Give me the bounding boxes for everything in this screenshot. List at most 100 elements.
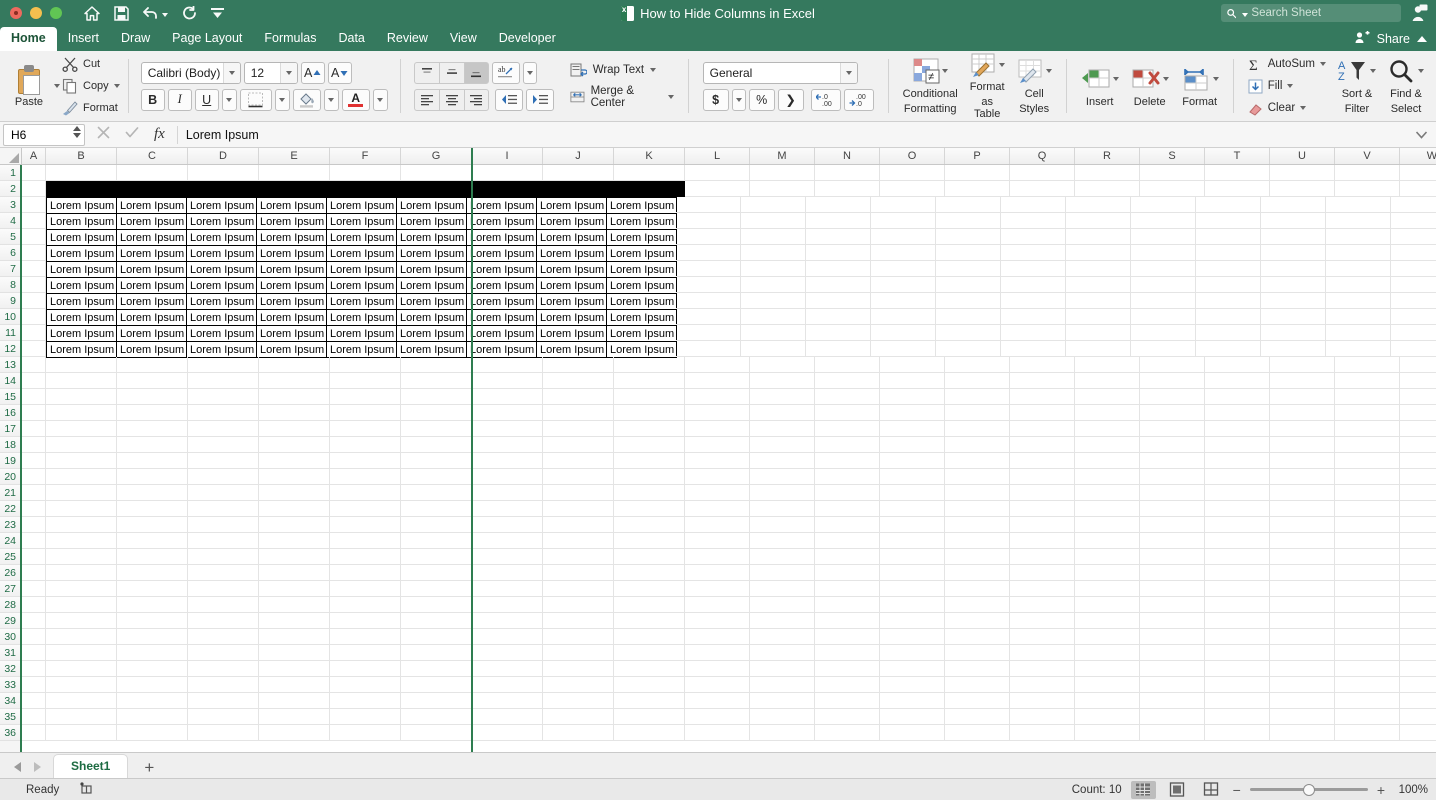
cell-M31[interactable]	[750, 645, 815, 661]
cell-I9[interactable]: Lorem Ipsum	[466, 293, 537, 310]
cell-F5[interactable]: Lorem Ipsum	[326, 229, 397, 246]
cell-J1[interactable]	[543, 165, 614, 181]
cell-D29[interactable]	[188, 613, 259, 629]
cell-R20[interactable]	[1075, 469, 1140, 485]
cell-A1[interactable]	[22, 165, 46, 181]
cell-Q17[interactable]	[1010, 421, 1075, 437]
cell-C20[interactable]	[117, 469, 188, 485]
cell-D6[interactable]: Lorem Ipsum	[186, 245, 257, 262]
cell-R6[interactable]	[1066, 245, 1131, 261]
cell-R36[interactable]	[1075, 725, 1140, 741]
save-icon[interactable]	[114, 5, 129, 21]
cell-B17[interactable]	[46, 421, 117, 437]
page-layout-view-button[interactable]	[1165, 781, 1190, 799]
cell-E30[interactable]	[259, 629, 330, 645]
decrease-font-size-button[interactable]: A	[327, 61, 352, 84]
cell-V9[interactable]	[1326, 293, 1391, 309]
cell-A18[interactable]	[22, 437, 46, 453]
cell-S16[interactable]	[1140, 405, 1205, 421]
cell-V3[interactable]	[1326, 197, 1391, 213]
cell-E13[interactable]	[259, 357, 330, 373]
cell-U15[interactable]	[1270, 389, 1335, 405]
cell-V35[interactable]	[1335, 709, 1400, 725]
cell-N25[interactable]	[815, 549, 880, 565]
undo-dropdown-icon[interactable]	[162, 12, 168, 17]
cell-V31[interactable]	[1335, 645, 1400, 661]
comma-style-button[interactable]: ❯	[777, 88, 804, 111]
cell-Q30[interactable]	[1010, 629, 1075, 645]
cell-A9[interactable]	[22, 293, 46, 309]
cell-F25[interactable]	[330, 549, 401, 565]
cancel-icon[interactable]	[97, 126, 110, 144]
cell-T28[interactable]	[1205, 597, 1270, 613]
borders-button[interactable]	[239, 88, 272, 111]
cell-C36[interactable]	[117, 725, 188, 741]
cell-M19[interactable]	[750, 453, 815, 469]
cell-N36[interactable]	[815, 725, 880, 741]
cell-O14[interactable]	[880, 373, 945, 389]
cell-D16[interactable]	[188, 405, 259, 421]
cell-J11[interactable]: Lorem Ipsum	[536, 325, 607, 342]
cell-E1[interactable]	[259, 165, 330, 181]
cell-N28[interactable]	[815, 597, 880, 613]
cell-W36[interactable]	[1400, 725, 1436, 741]
autosum-button[interactable]: Σ AutoSum	[1248, 55, 1326, 73]
cell-L29[interactable]	[685, 613, 750, 629]
cell-T15[interactable]	[1205, 389, 1270, 405]
row-header-22[interactable]: 22	[0, 501, 20, 517]
cell-O8[interactable]	[871, 277, 936, 293]
cell-T21[interactable]	[1205, 485, 1270, 501]
zoom-in-button[interactable]: +	[1377, 782, 1385, 798]
cell-J32[interactable]	[543, 661, 614, 677]
cell-O9[interactable]	[871, 293, 936, 309]
cell-O31[interactable]	[880, 645, 945, 661]
cell-T30[interactable]	[1205, 629, 1270, 645]
cell-L19[interactable]	[685, 453, 750, 469]
cell-R5[interactable]	[1066, 229, 1131, 245]
cell-M18[interactable]	[750, 437, 815, 453]
cell-J5[interactable]: Lorem Ipsum	[536, 229, 607, 246]
cell-R10[interactable]	[1066, 309, 1131, 325]
cell-N16[interactable]	[815, 405, 880, 421]
conditional-formatting-button[interactable]: ≠ Conditional Formatting	[897, 51, 964, 121]
cell-S19[interactable]	[1140, 453, 1205, 469]
cell-I18[interactable]	[472, 437, 543, 453]
cell-T8[interactable]	[1196, 277, 1261, 293]
cell-E34[interactable]	[259, 693, 330, 709]
cell-I13[interactable]	[472, 357, 543, 373]
cell-I20[interactable]	[472, 469, 543, 485]
cell-K23[interactable]	[614, 517, 685, 533]
cell-B18[interactable]	[46, 437, 117, 453]
tab-draw[interactable]: Draw	[110, 27, 161, 51]
search-sheet-box[interactable]	[1221, 4, 1401, 22]
cell-C14[interactable]	[117, 373, 188, 389]
cell-G3[interactable]: Lorem Ipsum	[396, 197, 467, 214]
cell-A30[interactable]	[22, 629, 46, 645]
cell-U7[interactable]	[1261, 261, 1326, 277]
clear-dropdown-icon[interactable]	[1300, 106, 1307, 110]
cell-O5[interactable]	[871, 229, 936, 245]
row-header-27[interactable]: 27	[0, 581, 20, 597]
cell-C35[interactable]	[117, 709, 188, 725]
cell-D21[interactable]	[188, 485, 259, 501]
cell-B29[interactable]	[46, 613, 117, 629]
cell-S21[interactable]	[1140, 485, 1205, 501]
column-header-u[interactable]: U	[1270, 148, 1335, 164]
cell-G22[interactable]	[401, 501, 472, 517]
cell-N33[interactable]	[815, 677, 880, 693]
cell-F13[interactable]	[330, 357, 401, 373]
cell-N22[interactable]	[815, 501, 880, 517]
cell-U4[interactable]	[1261, 213, 1326, 229]
cell-M33[interactable]	[750, 677, 815, 693]
zoom-out-button[interactable]: −	[1233, 782, 1241, 798]
cell-B9[interactable]: Lorem Ipsum	[46, 293, 117, 310]
cell-O34[interactable]	[880, 693, 945, 709]
cell-B22[interactable]	[46, 501, 117, 517]
cell-R28[interactable]	[1075, 597, 1140, 613]
cell-O33[interactable]	[880, 677, 945, 693]
fill-color-dropdown-icon[interactable]	[323, 88, 339, 111]
cell-Q20[interactable]	[1010, 469, 1075, 485]
cell-R8[interactable]	[1066, 277, 1131, 293]
cell-I29[interactable]	[472, 613, 543, 629]
cell-R7[interactable]	[1066, 261, 1131, 277]
